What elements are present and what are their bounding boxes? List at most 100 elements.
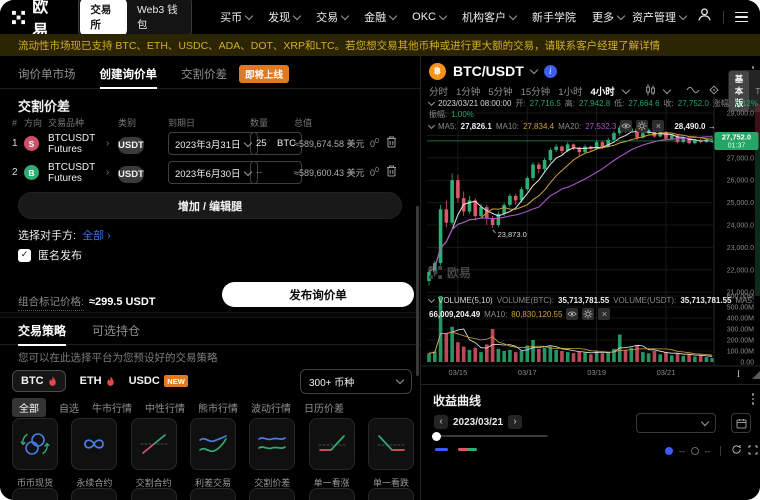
series-toggles: -- -- bbox=[665, 444, 758, 457]
nav-right: 资产管理 bbox=[632, 7, 748, 27]
next-day-button[interactable]: › bbox=[508, 415, 522, 429]
nav-item-more[interactable]: 更多 bbox=[592, 9, 624, 25]
collapse-icon[interactable] bbox=[428, 99, 435, 106]
filter-volatility[interactable]: 波动行情 bbox=[251, 400, 291, 415]
menu-icon[interactable] bbox=[735, 12, 748, 23]
close-icon[interactable]: × bbox=[598, 308, 610, 320]
time-slider[interactable] bbox=[434, 435, 548, 437]
coin-select[interactable]: 300+ 币种 bbox=[300, 369, 412, 394]
filter-calendar-spread[interactable]: 日历价差 bbox=[304, 400, 344, 415]
nav-item-discover[interactable]: 发现 bbox=[268, 9, 300, 25]
nav-item-finance[interactable]: 金融 bbox=[364, 9, 396, 25]
add-edit-leg-button[interactable]: 增加 / 编辑腿 bbox=[18, 192, 402, 219]
svg-text:100.00M: 100.00M bbox=[727, 349, 754, 356]
chevron-down-icon[interactable] bbox=[622, 86, 630, 94]
slider-knob[interactable] bbox=[432, 432, 441, 441]
chevron-right-icon[interactable]: › bbox=[106, 167, 118, 178]
trash-icon[interactable] bbox=[386, 135, 402, 153]
more-options-icon[interactable] bbox=[752, 393, 755, 405]
collapse-icon[interactable] bbox=[428, 296, 435, 303]
prev-day-button[interactable]: ‹ bbox=[434, 415, 448, 429]
strategy-card[interactable] bbox=[12, 488, 58, 500]
candlestick-chart[interactable]: 29,000.028,000.027,000.026,000.025,000.0… bbox=[421, 96, 760, 380]
product-toggle: 交易所 Web3 钱包 bbox=[78, 0, 192, 38]
filter-neutral[interactable]: 中性行情 bbox=[145, 400, 185, 415]
collapse-icon[interactable] bbox=[428, 121, 435, 128]
btc-icon: ฿ bbox=[429, 63, 446, 80]
svg-text:01:37: 01:37 bbox=[728, 142, 746, 149]
nav-item-institutional[interactable]: 机构客户 bbox=[462, 9, 516, 25]
nav-item-okc[interactable]: OKC bbox=[412, 11, 446, 23]
strategy-select[interactable] bbox=[636, 413, 716, 433]
strategy-card[interactable] bbox=[131, 488, 177, 500]
eye-icon[interactable] bbox=[620, 120, 632, 132]
svg-text:25,000.0: 25,000.0 bbox=[727, 200, 754, 207]
toggle-web3-wallet[interactable]: Web3 钱包 bbox=[127, 0, 190, 36]
filter-bear[interactable]: 熊市行情 bbox=[198, 400, 238, 415]
nav-item-trade[interactable]: 交易 bbox=[316, 9, 348, 25]
leg-link-icon[interactable]: 00 bbox=[370, 167, 386, 178]
strategy-card[interactable] bbox=[368, 488, 414, 500]
leg-link-icon[interactable]: 00 bbox=[370, 138, 386, 149]
radio-series-2[interactable] bbox=[691, 447, 699, 455]
filter-bull[interactable]: 牛市行情 bbox=[92, 400, 132, 415]
expiry-select[interactable]: 2023年6月30日 bbox=[168, 161, 258, 184]
chevron-down-icon[interactable] bbox=[663, 86, 671, 94]
divider bbox=[720, 446, 721, 456]
svg-text:03/17: 03/17 bbox=[518, 368, 537, 377]
eye-icon[interactable] bbox=[566, 308, 578, 320]
filter-all[interactable]: 全部 bbox=[12, 398, 46, 417]
tab-trade-strategy[interactable]: 交易策略 bbox=[18, 315, 66, 346]
coin-chip-btc[interactable]: BTC bbox=[12, 370, 66, 392]
strategy-card-futures[interactable]: 交割合约 bbox=[131, 418, 177, 489]
tab-rfq-market[interactable]: 询价单市场 bbox=[18, 59, 76, 89]
expiry-select[interactable]: 2023年3月31日 bbox=[168, 132, 258, 155]
publish-rfq-button[interactable]: 发布询价单 bbox=[222, 282, 414, 307]
counterparty-all-link[interactable]: 全部 › bbox=[82, 227, 111, 243]
coin-chip-usdc[interactable]: USDCNEW bbox=[129, 375, 189, 387]
high-price-marker: 28,490.0 → bbox=[674, 122, 715, 131]
calendar-icon[interactable] bbox=[731, 413, 751, 433]
scrollbar[interactable] bbox=[416, 206, 419, 376]
tab-available-positions[interactable]: 可选持仓 bbox=[92, 315, 140, 346]
strategy-card-carry[interactable]: 利差交易 bbox=[190, 418, 236, 489]
instrument-name: BTCUSDTFutures bbox=[48, 133, 106, 155]
chevron-down-icon bbox=[617, 12, 625, 20]
strategy-card-perpetual[interactable]: 永续合约 bbox=[71, 418, 117, 489]
coin-chip-eth[interactable]: ETH bbox=[80, 375, 115, 387]
nav-item-academy[interactable]: 新手学院 bbox=[532, 9, 576, 25]
tab-futures-spread[interactable]: 交割价差 bbox=[181, 59, 227, 89]
tab-create-rfq[interactable]: 创建询价单 bbox=[100, 59, 158, 89]
toggle-exchange[interactable]: 交易所 bbox=[80, 0, 127, 36]
nav-item-buy[interactable]: 买币 bbox=[220, 9, 252, 25]
user-icon[interactable] bbox=[697, 7, 712, 27]
strategy-card[interactable] bbox=[309, 488, 355, 500]
strategy-card[interactable] bbox=[71, 488, 117, 500]
strategy-card-spread[interactable]: 交割价差 bbox=[249, 418, 295, 489]
strategy-card[interactable] bbox=[249, 488, 295, 500]
strategy-card-spot[interactable]: 币币现货 bbox=[12, 418, 58, 489]
nav-item-assets[interactable]: 资产管理 bbox=[632, 9, 686, 25]
strategy-card-long-call[interactable]: 单一看涨 bbox=[309, 418, 355, 489]
okx-logo-icon bbox=[429, 266, 442, 279]
leg-total-value: ≈589,674.58 美元 bbox=[294, 137, 370, 150]
line-overlay-icon[interactable] bbox=[686, 86, 700, 97]
svg-text:27,752.0: 27,752.0 bbox=[722, 132, 751, 141]
gear-icon[interactable] bbox=[636, 120, 648, 132]
svg-text:03/15: 03/15 bbox=[449, 368, 468, 377]
info-icon[interactable]: i bbox=[544, 65, 557, 78]
gear-icon[interactable] bbox=[582, 308, 594, 320]
pair-name: BTC/USDT bbox=[453, 63, 524, 79]
chevron-down-icon[interactable] bbox=[530, 66, 538, 74]
filter-favorites[interactable]: 自选 bbox=[59, 400, 79, 415]
close-icon[interactable]: × bbox=[652, 120, 664, 132]
refresh-icon[interactable] bbox=[731, 444, 742, 457]
chevron-right-icon[interactable]: › bbox=[106, 138, 118, 149]
strategy-card[interactable] bbox=[190, 488, 236, 500]
trash-icon[interactable] bbox=[386, 164, 402, 182]
strategy-card-long-put[interactable]: 单一看跌 bbox=[368, 418, 414, 489]
expand-icon[interactable] bbox=[748, 445, 758, 457]
anonymous-checkbox[interactable]: ✓ bbox=[18, 249, 31, 262]
radio-series-1[interactable] bbox=[665, 447, 673, 455]
mark-price-value: ≈299.5 USDT bbox=[89, 296, 156, 308]
